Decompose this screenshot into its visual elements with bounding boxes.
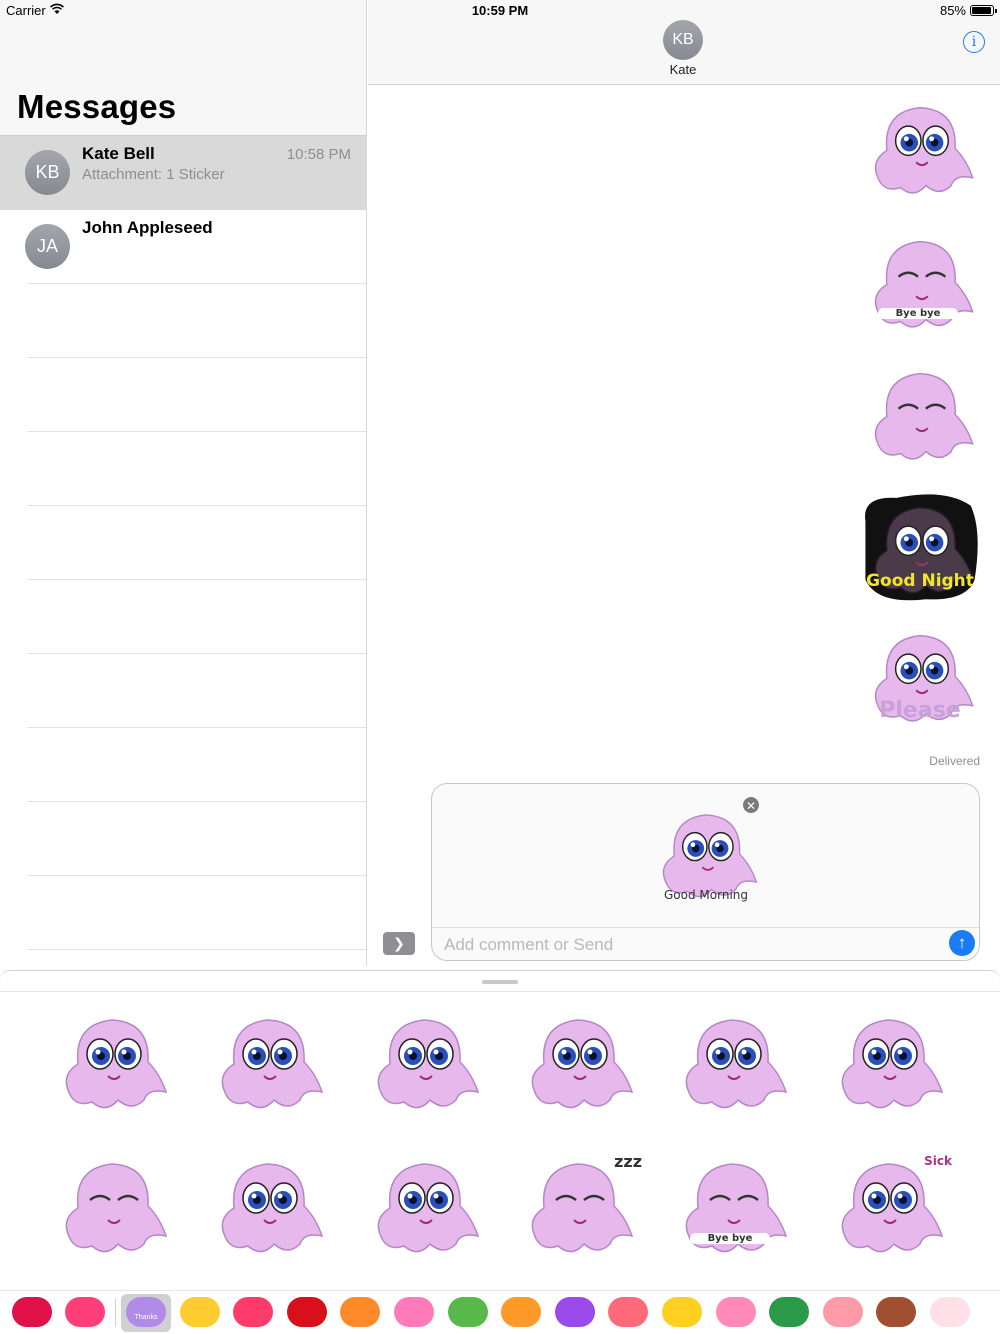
sticker-caption: Good Night xyxy=(866,571,974,591)
tray-app-icon[interactable] xyxy=(554,1297,595,1327)
battery-percent: 85% xyxy=(939,3,966,18)
contact-name: Kate Bell xyxy=(82,144,155,163)
message-preview: Attachment: 1 Sticker xyxy=(82,166,225,183)
waving-sticker[interactable] xyxy=(48,1148,176,1266)
tray-app-icon[interactable] xyxy=(501,1297,542,1327)
happy-waving-octopus-sticker[interactable] xyxy=(856,358,984,473)
tray-app-icon[interactable] xyxy=(876,1297,917,1327)
tray-app-icon[interactable] xyxy=(769,1297,810,1327)
battery-icon xyxy=(970,5,997,16)
drawer-grabber[interactable] xyxy=(482,980,518,984)
info-icon[interactable]: i xyxy=(963,31,985,53)
avatar: JA xyxy=(25,224,70,269)
clock: 10:59 PM xyxy=(471,3,529,18)
shy-sticker[interactable] xyxy=(360,1004,488,1122)
tongue-out-sticker[interactable] xyxy=(204,1004,332,1122)
tray-app-icon[interactable] xyxy=(715,1297,756,1327)
row-divider xyxy=(27,875,366,876)
tray-app-icon[interactable] xyxy=(822,1297,863,1327)
conversation-list-pane: Messages KB Kate Bell Attachment: 1 Stic… xyxy=(0,0,367,966)
row-divider xyxy=(27,431,366,432)
contact-name[interactable]: Kate xyxy=(368,62,998,77)
angry-octopus-sticker[interactable] xyxy=(856,92,984,207)
battery-fill xyxy=(972,7,991,14)
sticker-caption: Bye bye xyxy=(878,308,958,319)
drawer-divider xyxy=(0,991,1000,992)
sick-sticker[interactable]: Sick xyxy=(824,1148,952,1266)
message-time: 10:58 PM xyxy=(286,146,351,163)
frustrated-sticker[interactable] xyxy=(824,1004,952,1122)
tray-app-icon[interactable] xyxy=(233,1297,274,1327)
row-divider xyxy=(27,505,366,506)
tray-app-icon[interactable] xyxy=(340,1297,381,1327)
row-divider xyxy=(27,579,366,580)
conversation-row-kate[interactable]: KB Kate Bell Attachment: 1 Sticker 10:58… xyxy=(0,136,366,210)
avatar: KB xyxy=(25,150,70,195)
delivered-status: Delivered xyxy=(929,754,980,768)
sleeping-sticker[interactable]: zzz xyxy=(514,1148,642,1266)
row-divider xyxy=(27,357,366,358)
compose-box: Good Morning ✕ Add comment or Send ↑ xyxy=(431,783,980,961)
worried-sticker[interactable] xyxy=(360,1148,488,1266)
messages-app: Carrier 10:59 PM 85% Messages KB Kate Be… xyxy=(0,0,1000,1334)
send-button[interactable]: ↑ xyxy=(949,930,975,956)
cheerful-sticker[interactable] xyxy=(204,1148,332,1266)
conversation-row-john[interactable]: JA John Appleseed xyxy=(0,210,366,284)
page-title: Messages xyxy=(17,88,177,125)
bye-bye-sticker[interactable]: Bye bye xyxy=(668,1148,796,1266)
please-octopus-sticker[interactable]: Please xyxy=(856,620,984,735)
tray-app-icon[interactable] xyxy=(65,1297,105,1327)
expand-apps-button[interactable]: ❯ xyxy=(383,932,415,955)
tray-app-icon[interactable] xyxy=(12,1297,52,1327)
tray-app-icon[interactable] xyxy=(394,1297,434,1327)
compose-divider xyxy=(432,927,979,928)
tray-app-icon[interactable]: Thanks xyxy=(126,1297,166,1327)
message-input[interactable]: Add comment or Send xyxy=(444,935,613,955)
row-divider xyxy=(27,653,366,654)
status-bar: Carrier 10:59 PM 85% xyxy=(0,0,1000,20)
tray-app-icon[interactable] xyxy=(930,1297,970,1327)
pending-sticker[interactable]: Good Morning xyxy=(644,800,768,910)
pending-sticker-caption: Good Morning xyxy=(664,888,748,902)
good-night-octopus-sticker[interactable]: Good Night xyxy=(856,492,984,607)
row-divider xyxy=(27,801,366,802)
bye-bye-octopus-sticker[interactable]: Bye bye xyxy=(856,226,984,341)
contact-name: John Appleseed xyxy=(82,218,213,237)
contact-avatar[interactable]: KB xyxy=(663,20,703,60)
list-header: Messages xyxy=(0,0,366,136)
row-divider xyxy=(27,727,366,728)
row-divider xyxy=(27,283,366,284)
remove-sticker-button[interactable]: ✕ xyxy=(742,796,760,814)
tray-app-icon[interactable] xyxy=(179,1297,220,1327)
tray-divider xyxy=(115,1299,116,1327)
peeking-curtain-sticker[interactable] xyxy=(514,1004,642,1122)
sticker-caption: Sick xyxy=(924,1154,952,1168)
row-divider xyxy=(27,949,366,950)
tray-app-icon[interactable] xyxy=(662,1297,702,1327)
angry-sticker[interactable] xyxy=(48,1004,176,1122)
tray-app-icon[interactable] xyxy=(608,1297,649,1327)
sticker-caption: Bye bye xyxy=(690,1233,770,1244)
sticker-caption: Please xyxy=(879,698,961,723)
tray-app-icon[interactable] xyxy=(447,1297,488,1327)
sticker-caption: zzz xyxy=(614,1152,642,1171)
tray-app-icon[interactable] xyxy=(286,1297,327,1327)
tray-app-label: Thanks xyxy=(134,1314,158,1321)
surprised-sticker[interactable] xyxy=(668,1004,796,1122)
